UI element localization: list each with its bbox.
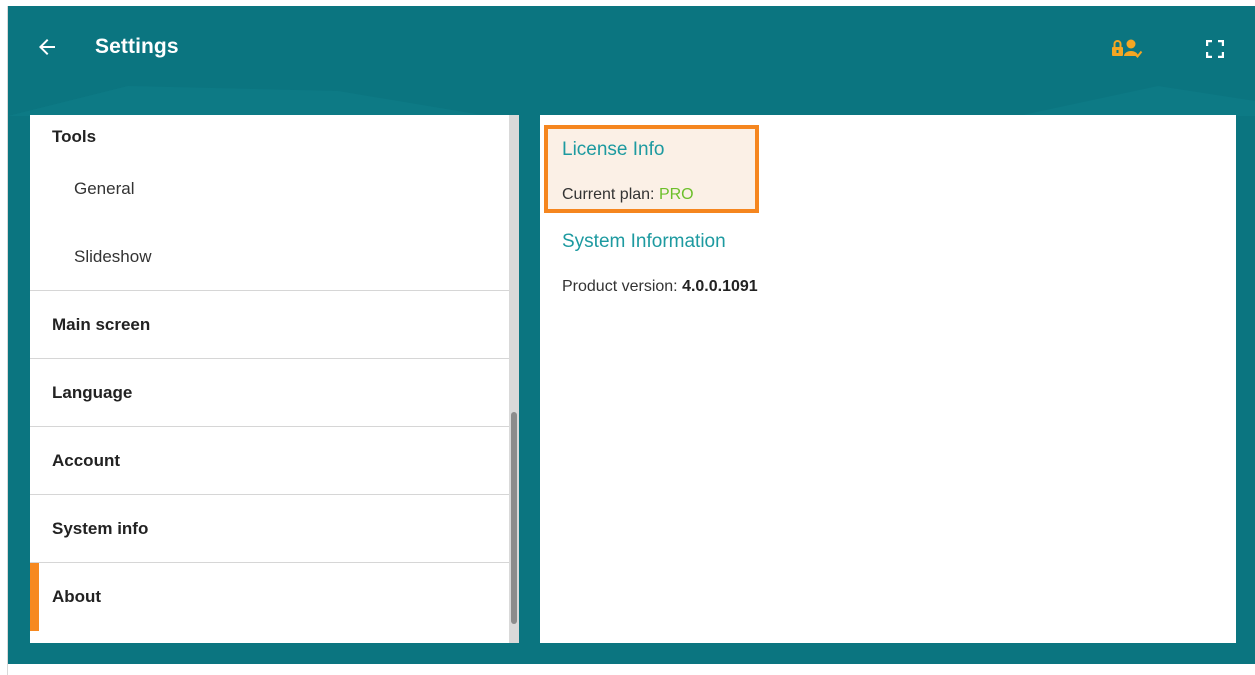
license-info-title: License Info [562,139,665,160]
nav-item-language[interactable]: Language [30,359,509,427]
arrow-left-icon [39,39,55,55]
settings-nav-list: Tools General Slideshow Main screen Lang… [30,115,509,631]
nav-item-about[interactable]: About [30,563,509,631]
current-plan-row: Current plan: PRO [562,186,694,204]
nav-item-label: About [52,587,102,606]
nav-item-label: Main screen [52,314,151,334]
nav-item-label: Tools [52,127,97,146]
page-title: Settings [95,35,179,58]
about-content-panel: License Info Current plan: PRO System In… [540,115,1236,643]
current-plan-value: PRO [658,186,694,203]
back-button[interactable] [32,32,62,62]
nav-item-general[interactable]: General [30,155,509,223]
nav-item-label: Account [52,450,120,470]
product-version-value: 4.0.0.1091 [682,278,758,295]
nav-item-label: Language [52,382,133,402]
license-button[interactable] [1110,36,1144,62]
nav-item-label: General [74,179,135,198]
fullscreen-icon [1206,40,1224,58]
nav-item-account[interactable]: Account [30,427,509,495]
nav-item-slideshow[interactable]: Slideshow [30,223,509,291]
product-version-row: Product version: 4.0.0.1091 [562,278,758,296]
settings-nav-panel: Tools General Slideshow Main screen Lang… [30,115,519,643]
lock-user-icon [1112,39,1143,58]
settings-window: Settings Tools General Slideshow Main sc… [8,6,1255,664]
nav-item-main-screen[interactable]: Main screen [30,291,509,359]
header-bar: Settings [8,6,1255,92]
nav-scrollbar[interactable] [509,115,519,643]
nav-item-label: System info [52,518,149,538]
current-plan-label: Current plan: [562,186,655,203]
nav-item-tools[interactable]: Tools [30,115,509,155]
nav-item-label: Slideshow [74,246,152,266]
active-indicator [30,563,39,631]
nav-scrollbar-thumb[interactable] [511,412,517,624]
nav-item-system-info[interactable]: System info [30,495,509,563]
system-information-title: System Information [562,231,726,252]
fullscreen-button[interactable] [1202,36,1228,62]
product-version-label: Product version: [562,278,678,295]
